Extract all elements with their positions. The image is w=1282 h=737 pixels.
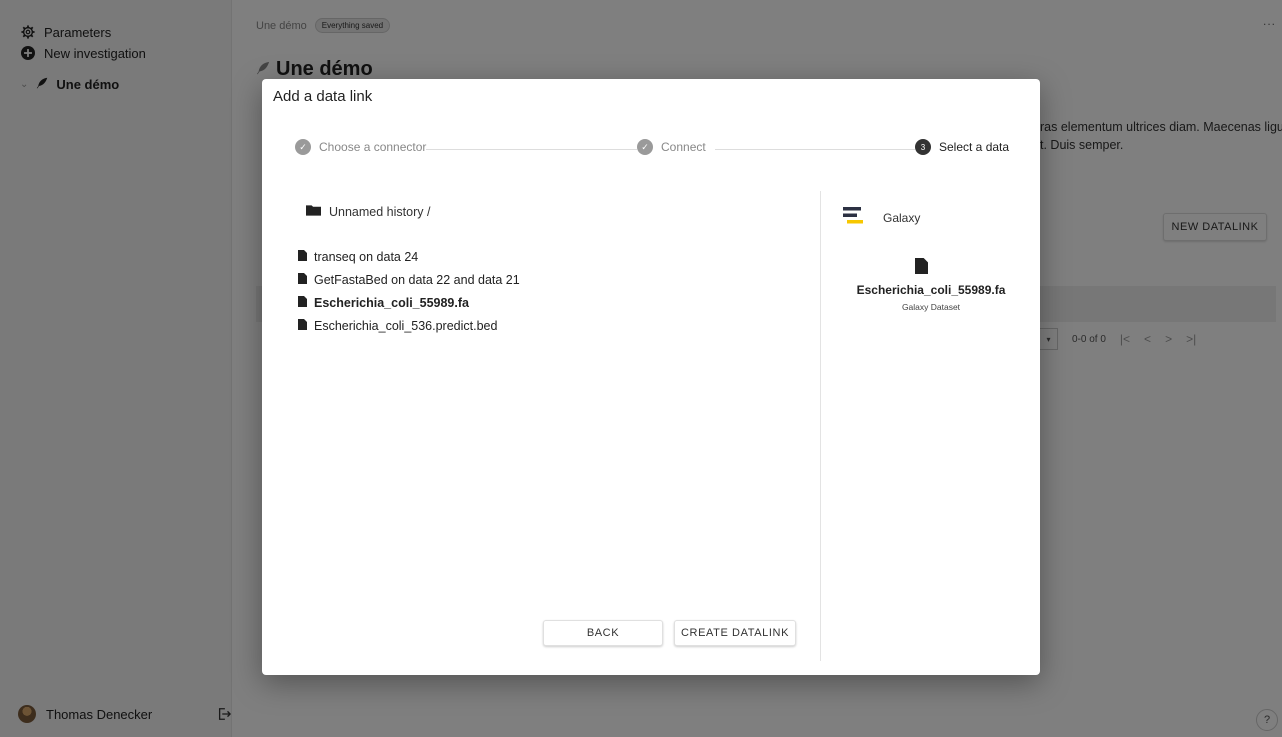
file-name: Escherichia_coli_536.predict.bed (314, 318, 498, 333)
file-browser: Unnamed history / transeq on data 24 Get… (262, 191, 820, 661)
add-datalink-dialog: Add a data link ✓ Choose a connector ✓ C… (262, 79, 1040, 675)
list-item[interactable]: transeq on data 24 (298, 245, 520, 268)
file-name: GetFastaBed on data 22 and data 21 (314, 272, 520, 287)
folder-path: Unnamed history / (329, 204, 431, 219)
file-icon (298, 318, 307, 333)
back-button[interactable]: BACK (543, 620, 663, 646)
selection-summary: Galaxy Escherichia_coli_55989.fa Galaxy … (820, 191, 1040, 661)
step-connector-line (715, 149, 925, 150)
file-icon (298, 295, 307, 310)
dialog-title: Add a data link (273, 88, 373, 105)
check-icon: ✓ (295, 139, 311, 155)
step-connector-line (423, 149, 659, 150)
step-label: Choose a connector (319, 140, 427, 154)
check-icon: ✓ (637, 139, 653, 155)
step-connect: ✓ Connect (637, 139, 706, 155)
step-choose-connector: ✓ Choose a connector (295, 139, 427, 155)
connector-info: Galaxy (843, 206, 920, 229)
list-item-selected[interactable]: Escherichia_coli_55989.fa (298, 291, 520, 314)
connector-name: Galaxy (883, 210, 921, 225)
step-number: 3 (915, 139, 931, 155)
list-item[interactable]: GetFastaBed on data 22 and data 21 (298, 268, 520, 291)
file-list: transeq on data 24 GetFastaBed on data 2… (298, 245, 520, 337)
selected-file-type: Galaxy Dataset (901, 302, 961, 312)
file-icon (915, 258, 928, 279)
create-datalink-button[interactable]: CREATE DATALINK (674, 620, 796, 646)
file-icon (298, 272, 307, 287)
galaxy-logo-icon (843, 206, 867, 229)
file-name: Escherichia_coli_55989.fa (314, 295, 469, 310)
list-item[interactable]: Escherichia_coli_536.predict.bed (298, 314, 520, 337)
step-select-data: 3 Select a data (915, 139, 1010, 155)
file-icon (298, 249, 307, 264)
selected-file-name: Escherichia_coli_55989.fa (856, 283, 1006, 297)
step-label: Select a data (939, 140, 1010, 154)
step-label: Connect (661, 140, 706, 154)
current-folder[interactable]: Unnamed history / (306, 204, 430, 219)
stepper: ✓ Choose a connector ✓ Connect 3 Select … (295, 139, 1010, 159)
folder-icon (306, 204, 321, 219)
file-name: transeq on data 24 (314, 249, 419, 264)
